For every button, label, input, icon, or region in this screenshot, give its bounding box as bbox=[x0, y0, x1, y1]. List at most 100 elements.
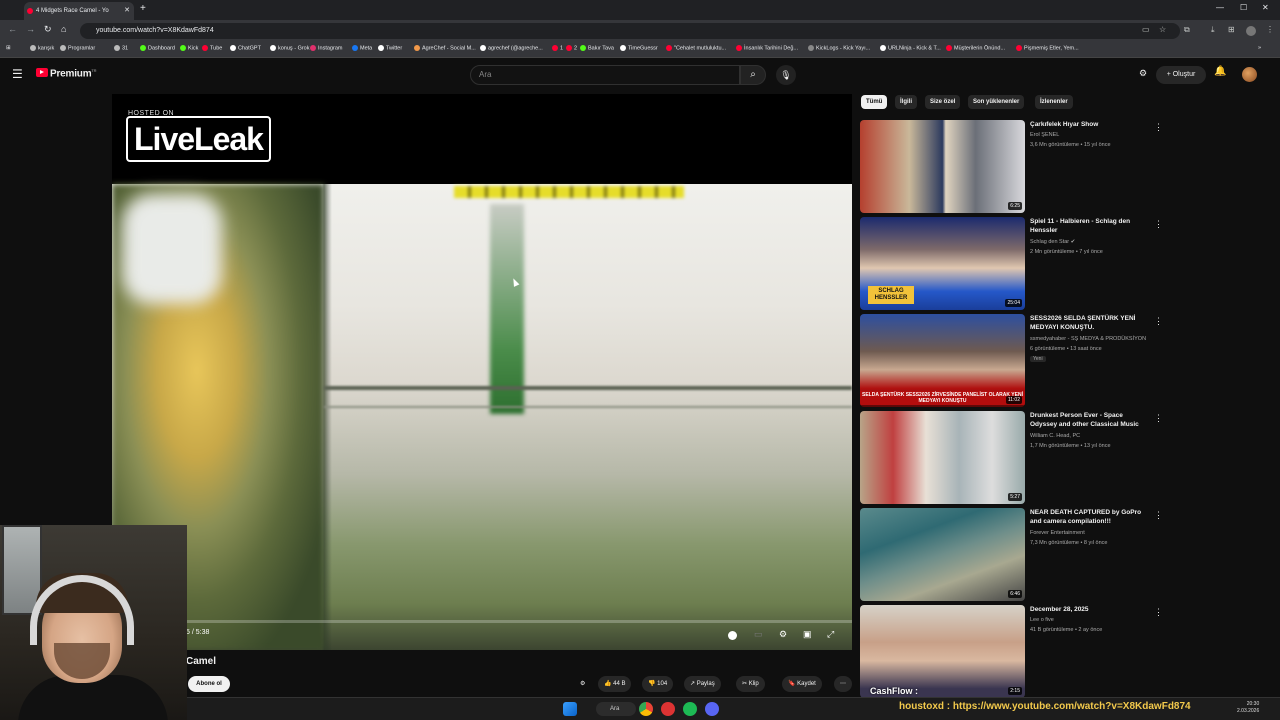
more-options-icon[interactable]: ⋮ bbox=[1154, 607, 1163, 618]
bookmark-item[interactable]: Bakır Tava bbox=[580, 45, 614, 51]
discord-icon[interactable] bbox=[705, 702, 719, 716]
search-button[interactable]: ⌕ bbox=[740, 65, 766, 85]
fullscreen-icon[interactable]: ⤢ bbox=[827, 629, 834, 640]
create-button[interactable]: + Oluştur bbox=[1156, 66, 1206, 84]
like-button[interactable]: 👍 44 B bbox=[598, 676, 632, 692]
url-field[interactable]: youtube.com/watch?v=X8KdawFd874 bbox=[80, 23, 1180, 39]
minimize-icon[interactable]: — bbox=[1216, 3, 1224, 12]
recommendation-channel[interactable]: Lee o five bbox=[1030, 617, 1054, 623]
account-avatar[interactable] bbox=[1242, 67, 1257, 82]
save-button[interactable]: 🔖 Kaydet bbox=[782, 676, 822, 692]
recommendation-title[interactable]: SESS2026 SELDA ŞENTÜRK YENİ MEDYAYI KONU… bbox=[1030, 314, 1146, 332]
more-options-icon[interactable]: ⋮ bbox=[1154, 510, 1163, 521]
spotify-icon[interactable] bbox=[683, 702, 697, 716]
video-thumbnail[interactable]: 5:27 bbox=[860, 411, 1025, 504]
app-icon-red[interactable] bbox=[661, 702, 675, 716]
video-thumbnail[interactable]: SELDA ŞENTÜRK SESS2026 ZİRVESİNDE PANELİ… bbox=[860, 314, 1025, 407]
profile-avatar-icon[interactable] bbox=[1246, 26, 1256, 36]
more-options-icon[interactable]: ⋮ bbox=[1154, 316, 1163, 327]
voice-search-button[interactable]: 🎙 bbox=[776, 65, 796, 85]
bookmark-item[interactable]: agrechef (@agreche... bbox=[480, 45, 543, 51]
subtitles-icon[interactable]: ▭ bbox=[754, 629, 763, 640]
bookmark-item[interactable]: Pişmemiş Etler, Yem... bbox=[1016, 45, 1079, 51]
browser-menu-icon[interactable]: ⋮ bbox=[1266, 25, 1274, 34]
bookmark-item[interactable]: Programlar bbox=[60, 45, 95, 51]
filter-chip[interactable]: Tümü bbox=[861, 95, 888, 109]
bookmark-item[interactable]: Kick bbox=[180, 45, 198, 51]
bookmark-item[interactable]: KickLogs - Kick Yayı... bbox=[808, 45, 870, 51]
video-thumbnail[interactable]: CashFlow : 2:15 bbox=[860, 605, 1025, 698]
filter-chip[interactable]: İlgili bbox=[895, 95, 917, 109]
reload-icon[interactable]: ↻ bbox=[44, 24, 52, 35]
recommendation-item[interactable]: 5:27 Drunkest Person Ever - Space Odyssey… bbox=[860, 411, 1163, 505]
bookmark-star-icon[interactable]: ☆ bbox=[1159, 25, 1166, 34]
apps-grid-icon[interactable]: ⊞ bbox=[6, 45, 11, 51]
notifications-bell-icon[interactable]: 🔔 bbox=[1214, 66, 1226, 77]
recommendation-channel[interactable]: Forever Entertainment bbox=[1030, 530, 1085, 536]
youtube-premium-logo[interactable]: PremiumTR bbox=[36, 68, 97, 79]
filter-chip[interactable]: Size özel bbox=[925, 95, 961, 109]
recommendation-title[interactable]: Çarkıfelek Hıyar Show bbox=[1030, 120, 1146, 129]
bookmark-item[interactable]: URLNinja - Kick & T... bbox=[880, 45, 941, 51]
video-thumbnail[interactable]: SCHLAG HENSSLER 25:04 bbox=[860, 217, 1025, 310]
recommendation-title[interactable]: NEAR DEATH CAPTURED by GoPro and camera … bbox=[1030, 508, 1146, 526]
search-input[interactable]: Ara bbox=[470, 65, 740, 85]
back-icon[interactable]: ← bbox=[8, 24, 17, 34]
dislike-button[interactable]: 👎 104 bbox=[642, 676, 674, 692]
recommendation-item[interactable]: 6:46 NEAR DEATH CAPTURED by GoPro and cam… bbox=[860, 508, 1163, 602]
bookmark-item[interactable]: TimeGuessr bbox=[620, 45, 658, 51]
bookmark-item[interactable]: konuş - Grok bbox=[270, 45, 309, 51]
cast-icon[interactable]: ▭ bbox=[1142, 25, 1150, 34]
recommendation-item[interactable]: SELDA ŞENTÜRK SESS2026 ZİRVESİNDE PANELİ… bbox=[860, 314, 1163, 408]
clip-button[interactable]: ✂ Klip bbox=[736, 676, 765, 692]
filter-chip[interactable]: İzlenenler bbox=[1035, 95, 1073, 109]
bookmark-item[interactable]: Twitter bbox=[378, 45, 402, 51]
hype-icon[interactable]: ⚙ bbox=[580, 676, 585, 692]
bookmark-item[interactable]: 31 bbox=[114, 45, 128, 51]
downloads-icon[interactable]: ⤓ bbox=[1211, 25, 1215, 35]
theater-mode-icon[interactable]: ▣ bbox=[803, 629, 812, 640]
more-options-icon[interactable]: ⋮ bbox=[1154, 219, 1163, 230]
bookmark-item[interactable]: Meta bbox=[352, 45, 372, 51]
bookmark-item[interactable]: ChatGPT bbox=[230, 45, 261, 51]
bookmark-item[interactable]: karışık bbox=[30, 45, 54, 51]
video-thumbnail[interactable]: 6:25 bbox=[860, 120, 1025, 213]
extensions-icon[interactable]: ⧉ bbox=[1184, 25, 1190, 35]
chrome-icon[interactable] bbox=[639, 702, 653, 716]
more-actions-icon[interactable]: ⋯ bbox=[834, 676, 852, 692]
recommendation-title[interactable]: December 28, 2025 bbox=[1030, 605, 1146, 614]
hamburger-menu-icon[interactable]: ☰ bbox=[12, 67, 23, 81]
forward-icon[interactable]: → bbox=[26, 24, 35, 34]
maximize-icon[interactable]: ☐ bbox=[1240, 3, 1247, 12]
bookmark-item[interactable]: Instagram bbox=[310, 45, 342, 51]
bookmark-item[interactable]: Müşterilerin Önünd... bbox=[946, 45, 1005, 51]
video-thumbnail[interactable]: 6:46 bbox=[860, 508, 1025, 601]
new-tab-icon[interactable]: + bbox=[140, 3, 146, 14]
settings-gear-icon[interactable]: ⚙ bbox=[779, 629, 787, 640]
bookmark-item[interactable]: "Cehalet mutluluktu... bbox=[666, 45, 726, 51]
subscribe-button[interactable]: Abone ol bbox=[188, 676, 230, 692]
recommendation-title[interactable]: Spiel 11 - Halbieren - Schlag den Henssl… bbox=[1030, 217, 1146, 235]
browser-tab-active[interactable]: 4 Midgets Race Camel - Yo ✕ bbox=[24, 2, 134, 20]
taskbar-search[interactable]: Ara bbox=[596, 702, 636, 716]
recommendation-item[interactable]: CashFlow : 2:15 December 28, 2025 Lee o fiv… bbox=[860, 605, 1163, 699]
recommendation-channel[interactable]: William C. Head, PC bbox=[1030, 433, 1080, 439]
cast-to-tv-icon[interactable]: ⚙ bbox=[1139, 68, 1147, 79]
bookmark-item[interactable]: İnsanlık Tarihini Değ... bbox=[736, 45, 798, 51]
close-tab-icon[interactable]: ✕ bbox=[124, 2, 130, 20]
recommendation-channel[interactable]: ssmedyahaber - SŞ MEDYA & PRODÜKSİYON bbox=[1030, 336, 1146, 342]
autoplay-toggle[interactable] bbox=[728, 631, 737, 640]
windows-start-icon[interactable] bbox=[563, 702, 577, 716]
video-player[interactable]: HOSTED ON LiveLeak 5 / 5:38 ▭ ⚙ ▣ ⤢ bbox=[112, 94, 852, 650]
recommendation-title[interactable]: Drunkest Person Ever - Space Odyssey and… bbox=[1030, 411, 1146, 429]
more-bookmarks-icon[interactable]: » bbox=[1258, 45, 1261, 51]
bookmark-item[interactable]: AgreChef - Social M... bbox=[414, 45, 476, 51]
more-options-icon[interactable]: ⋮ bbox=[1154, 122, 1163, 133]
bookmark-item[interactable]: 1 bbox=[552, 45, 563, 51]
more-options-icon[interactable]: ⋮ bbox=[1154, 413, 1163, 424]
progress-bar[interactable] bbox=[112, 620, 852, 623]
share-button[interactable]: ↗ Paylaş bbox=[684, 676, 721, 692]
bookmark-item[interactable]: Dashboard bbox=[140, 45, 175, 51]
close-window-icon[interactable]: ✕ bbox=[1262, 3, 1269, 12]
recommendation-channel[interactable]: Schlag den Star ✔ bbox=[1030, 239, 1075, 245]
